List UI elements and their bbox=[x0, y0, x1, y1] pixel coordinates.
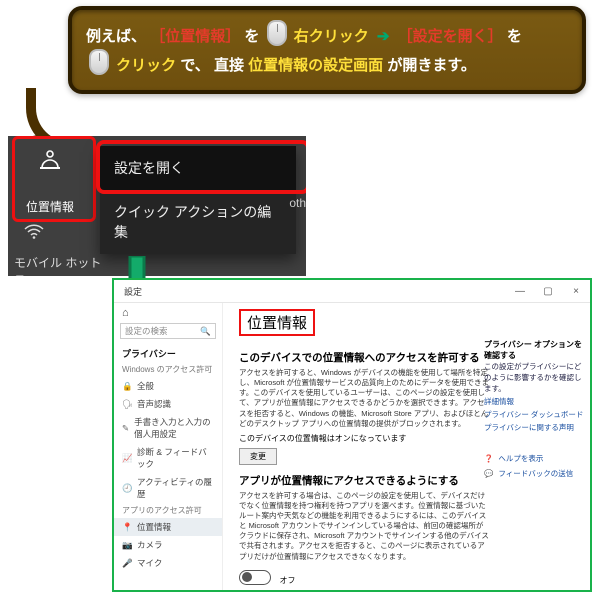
sidebar-item-label: マイク bbox=[137, 557, 162, 569]
text: を bbox=[507, 28, 522, 45]
sidebar-item[interactable]: 🎤 マイク bbox=[114, 554, 222, 572]
sidebar-item-icon: ✎ bbox=[122, 423, 129, 434]
sidebar-item[interactable]: 📷 カメラ bbox=[114, 536, 222, 554]
sidebar-item-label: アクティビティの履歴 bbox=[137, 476, 214, 500]
location-apps-toggle[interactable] bbox=[239, 570, 271, 585]
link-more-info[interactable]: 詳細情報 bbox=[484, 396, 584, 407]
link-feedback[interactable]: 💬フィードバックの送信 bbox=[484, 468, 584, 479]
highlight-location: ［位置情報］ bbox=[150, 28, 240, 45]
window-title: 設定 bbox=[124, 285, 142, 298]
mouse-icon bbox=[267, 20, 287, 46]
sidebar-item-label: 全般 bbox=[137, 380, 154, 392]
description-text: アクセスを許可すると、Windows がデバイスの機能を使用して場所を特定し、M… bbox=[239, 368, 489, 429]
sidebar-item[interactable]: 🗣 音声認識 bbox=[114, 395, 222, 413]
highlight-open-settings: ［設定を開く］ bbox=[398, 28, 503, 45]
sidebar-item-label: カメラ bbox=[137, 539, 163, 551]
search-placeholder: 設定の検索 bbox=[125, 325, 168, 337]
sidebar-item[interactable]: ✎ 手書き入力と入力の個人用設定 bbox=[114, 413, 222, 443]
sidebar-item-label: 位置情報 bbox=[137, 521, 171, 533]
link-help[interactable]: ❓ヘルプを表示 bbox=[484, 453, 584, 464]
text: 直接 bbox=[214, 57, 244, 74]
sidebar-item-icon: 🗣 bbox=[122, 399, 132, 410]
menu-item-open-settings[interactable]: 設定を開く bbox=[100, 146, 296, 190]
help-icon: ❓ bbox=[484, 454, 493, 463]
link-privacy-dashboard[interactable]: プライバシー ダッシュボード bbox=[484, 409, 584, 420]
sidebar-subheader: アプリのアクセス許可 bbox=[114, 503, 222, 518]
text-fragment: oth bbox=[289, 196, 306, 210]
arrow-icon: ➔ bbox=[377, 28, 390, 45]
instruction-callout: 例えば、 ［位置情報］ を 右クリック ➔ ［設定を開く］ を クリック で、 … bbox=[68, 6, 586, 94]
feedback-icon: 💬 bbox=[484, 469, 493, 478]
wifi-icon bbox=[24, 224, 44, 240]
settings-sidebar: ⌂ 設定の検索 🔍 プライバシー Windows のアクセス許可 🔒 全般 🗣 音声認… bbox=[114, 303, 223, 591]
window-minimize-button[interactable]: — bbox=[506, 286, 534, 297]
sidebar-subheader: Windows のアクセス許可 bbox=[114, 362, 222, 377]
context-menu: 設定を開く クイック アクションの編集 bbox=[100, 146, 296, 254]
text: で、 bbox=[180, 57, 209, 74]
tile-label: モバイル ホットス bbox=[14, 256, 101, 276]
text: が開きます。 bbox=[387, 57, 476, 74]
sidebar-item[interactable]: 🔒 全般 bbox=[114, 377, 222, 395]
sidebar-item-icon: 🕘 bbox=[122, 483, 132, 494]
sidebar-item[interactable]: 🕘 アクティビティの履歴 bbox=[114, 473, 222, 503]
sidebar-header: プライバシー bbox=[114, 343, 222, 362]
text: 例えば、 bbox=[86, 28, 146, 45]
highlight-click: クリック bbox=[116, 57, 176, 74]
sidebar-item-label: 手書き入力と入力の個人用設定 bbox=[134, 416, 214, 440]
home-icon[interactable]: ⌂ bbox=[114, 303, 222, 319]
sidebar-item[interactable]: 📍 位置情報 bbox=[114, 518, 222, 536]
toggle-state-label: オフ bbox=[280, 576, 296, 585]
page-title: 位置情報 bbox=[247, 312, 307, 333]
sidebar-item[interactable]: 📈 診断 & フィードバック bbox=[114, 443, 222, 473]
sidebar-item-icon: 📍 bbox=[122, 522, 132, 533]
window-titlebar: 設定 — ▢ × bbox=[114, 280, 590, 303]
sidebar-item-label: 音声認識 bbox=[137, 398, 171, 410]
settings-main-panel: 位置情報 このデバイスでの位置情報へのアクセスを許可する アクセスを許可すると、… bbox=[223, 303, 590, 591]
right-text: この設定がプライバシーにどのように影響するかを確認します。 bbox=[484, 361, 584, 394]
right-heading: プライバシー オプションを確認する bbox=[484, 339, 584, 361]
text: を bbox=[244, 28, 259, 45]
sidebar-item-icon: 🎤 bbox=[122, 558, 132, 569]
link-privacy-statement[interactable]: プライバシーに関する声明 bbox=[484, 422, 584, 433]
location-person-icon bbox=[38, 148, 62, 170]
sidebar-item-icon: 🔒 bbox=[122, 381, 132, 392]
highlight-location-settings: 位置情報の設定画面 bbox=[248, 57, 383, 74]
window-close-button[interactable]: × bbox=[562, 286, 590, 297]
search-input[interactable]: 設定の検索 🔍 bbox=[120, 323, 216, 339]
menu-item-edit-quick-actions[interactable]: クイック アクションの編集 bbox=[100, 190, 296, 254]
search-icon: 🔍 bbox=[200, 326, 211, 337]
settings-right-column: プライバシー オプションを確認する この設定がプライバシーにどのように影響するか… bbox=[484, 333, 584, 483]
window-maximize-button[interactable]: ▢ bbox=[534, 286, 562, 297]
action-center-panel: 位置情報 設定を開く クイック アクションの編集 モバイル ホットス oth bbox=[8, 136, 306, 276]
tile-label: 位置情報 bbox=[18, 198, 82, 215]
red-highlight-box: 位置情報 bbox=[239, 309, 315, 336]
description-text: アクセスを許可する場合は、このページの設定を使用して、デバイスだけでなく位置情報… bbox=[239, 491, 489, 562]
settings-window: 設定 — ▢ × ⌂ 設定の検索 🔍 プライバシー Windows のアクセス許… bbox=[112, 278, 592, 592]
sidebar-item-label: 診断 & フィードバック bbox=[137, 446, 214, 470]
sidebar-item-icon: 📷 bbox=[122, 540, 132, 551]
change-button[interactable]: 変更 bbox=[239, 448, 277, 465]
quick-action-tile-hotspot[interactable]: モバイル ホットス bbox=[14, 224, 104, 276]
highlight-rightclick: 右クリック bbox=[294, 28, 369, 45]
quick-action-tile-location[interactable]: 位置情報 bbox=[18, 142, 82, 214]
mouse-icon bbox=[89, 49, 109, 75]
sidebar-item-icon: 📈 bbox=[122, 453, 132, 464]
